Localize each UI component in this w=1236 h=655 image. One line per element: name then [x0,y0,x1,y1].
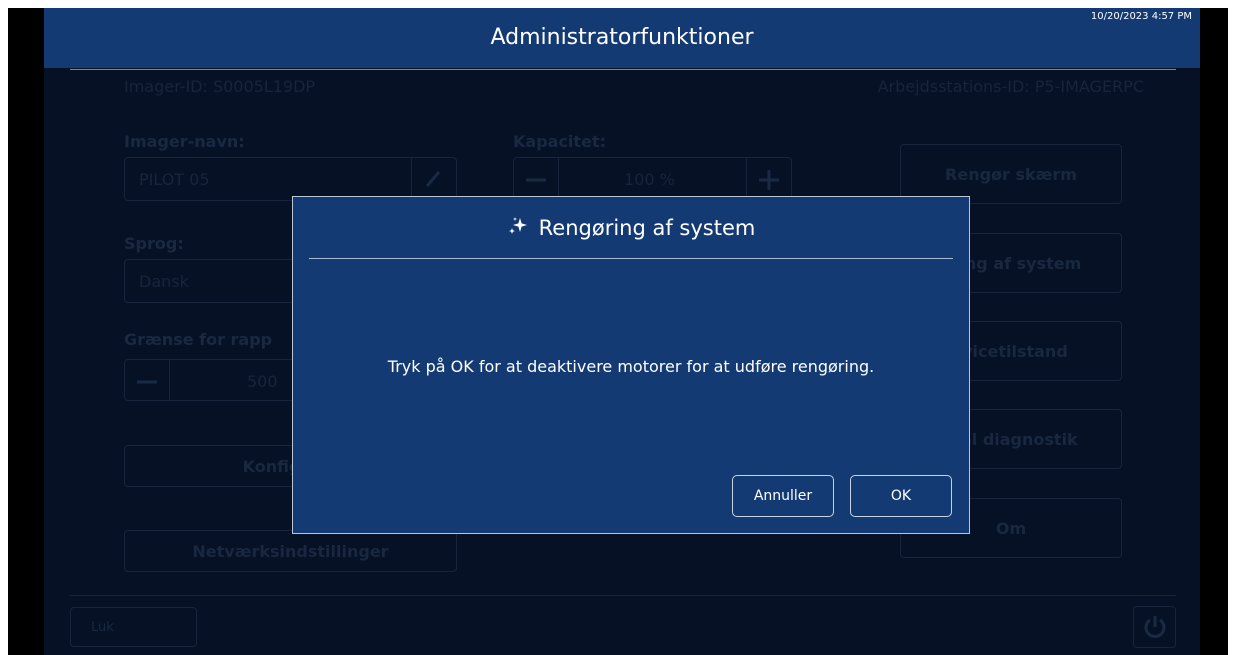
clean-screen-button[interactable]: Rengør skærm [900,144,1122,204]
language-label: Sprog: [124,234,184,253]
capacity-stepper: 100 % [513,157,792,199]
datetime: 10/20/2023 4:57 PM [1090,11,1192,22]
dialog-title-text: Rengøring af system [538,216,756,240]
cancel-button[interactable]: Annuller [732,475,834,517]
header-divider [70,69,1176,70]
capacity-increase-button[interactable] [746,158,791,198]
footer-divider [70,595,1176,596]
capacity-decrease-button[interactable] [514,158,559,198]
report-limit-label: Grænse for rapp [124,330,273,349]
admin-app: Administratorfunktioner 10/20/2023 4:57 … [44,8,1200,655]
edit-icon[interactable] [411,158,456,200]
report-limit-decrease-button[interactable] [125,360,170,400]
ok-button[interactable]: OK [850,475,952,517]
page-title: Administratorfunktioner [490,25,754,50]
system-cleaning-dialog: Rengøring af system Tryk på OK for at de… [292,196,970,534]
language-value: Dansk [139,272,189,291]
workstation-id: Arbejdsstations-ID: P5-IMAGERPC [877,77,1144,96]
capacity-label: Kapacitet: [513,132,606,151]
power-icon [1144,616,1165,638]
dialog-title: Rengøring af system [293,216,969,240]
imager-name-field[interactable]: PILOT 05 [124,157,457,201]
imager-name-value: PILOT 05 [139,170,210,189]
power-button[interactable] [1133,606,1176,648]
imager-name-label: Imager-navn: [124,132,245,151]
report-limit-value: 500 [247,372,278,391]
dialog-message: Tryk på OK for at deaktivere motorer for… [387,357,875,376]
sparkle-icon [508,217,527,234]
screen: Administratorfunktioner 10/20/2023 4:57 … [8,8,1228,655]
dialog-divider [309,258,953,259]
network-settings-button[interactable]: Netværksindstillinger [124,530,457,572]
header-bar: Administratorfunktioner 10/20/2023 4:57 … [44,8,1200,68]
close-button[interactable]: Luk [70,607,197,647]
capacity-value: 100 % [624,170,675,189]
imager-id: Imager-ID: S0005L19DP [124,77,316,96]
